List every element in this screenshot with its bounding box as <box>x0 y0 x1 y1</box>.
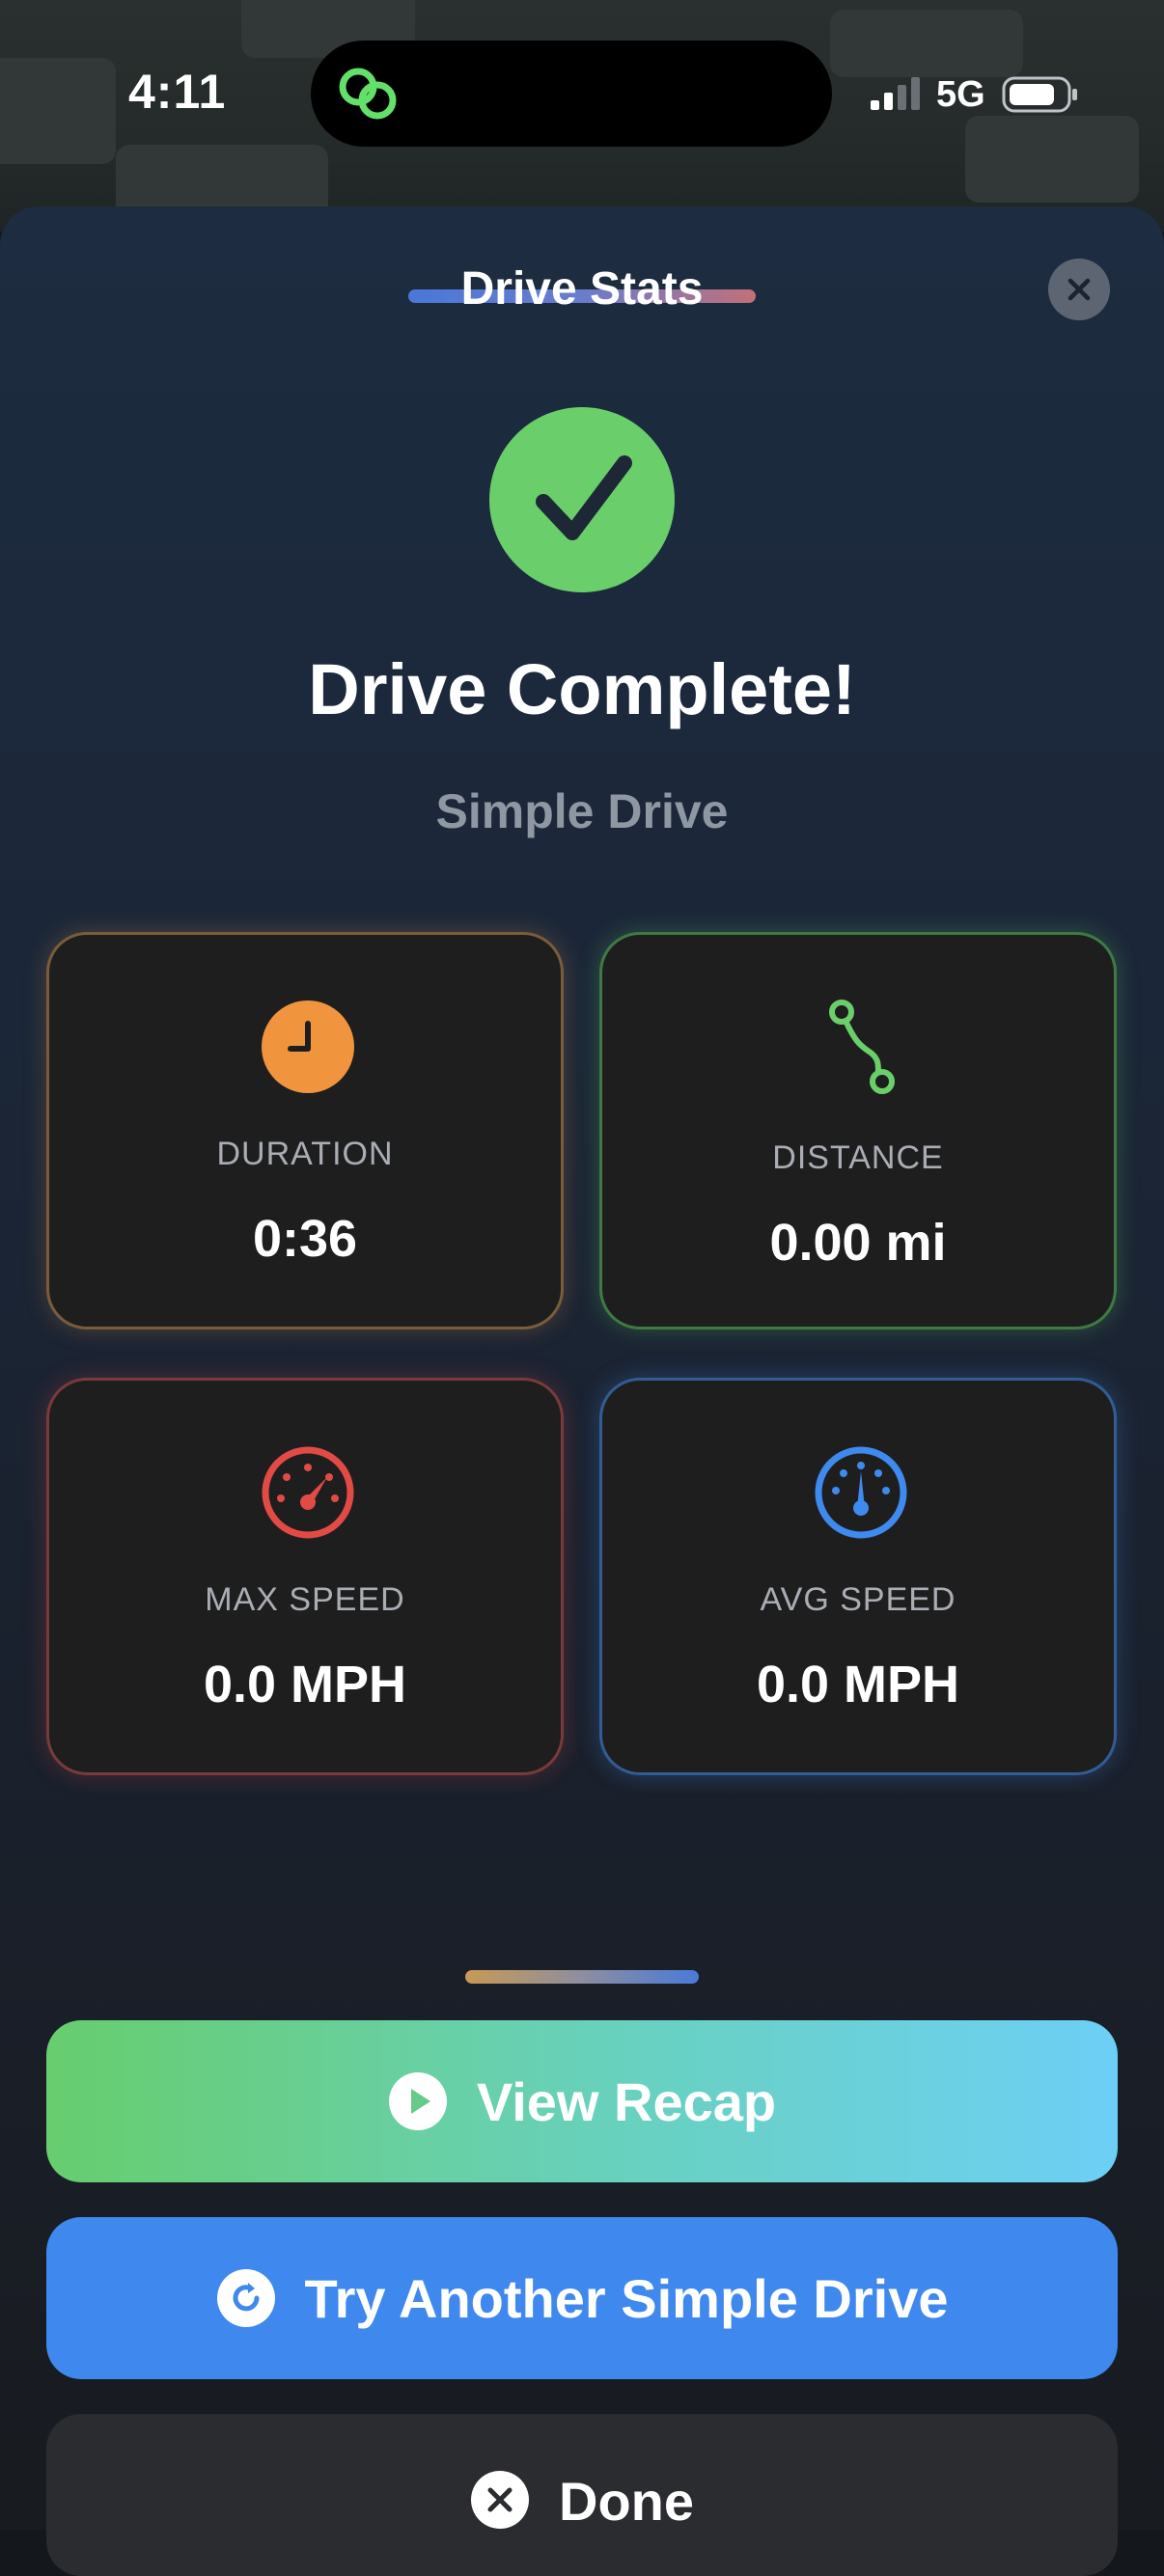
battery-icon <box>1002 76 1077 113</box>
close-button[interactable] <box>1048 259 1110 320</box>
stat-label: DURATION <box>216 1136 394 1172</box>
completion-headline: Drive Complete! <box>308 649 856 729</box>
status-time: 4:11 <box>128 65 227 119</box>
stat-card-avg-speed: AVG SPEED 0.0 MPH <box>599 1378 1117 1775</box>
sheet-title: Drive Stats <box>460 263 704 315</box>
close-circle-icon <box>471 2471 529 2529</box>
stat-value: 0.0 MPH <box>203 1656 407 1713</box>
play-icon <box>388 2072 447 2130</box>
refresh-icon <box>216 2269 275 2327</box>
stat-label: AVG SPEED <box>760 1581 956 1618</box>
try-another-drive-label: Try Another Simple Drive <box>304 2267 949 2329</box>
try-another-drive-button[interactable]: Try Another Simple Drive <box>46 2217 1118 2379</box>
stat-label: DISTANCE <box>772 1139 944 1176</box>
status-bar: 4:11 5G <box>0 0 1164 193</box>
actions-accent-bar <box>465 1970 699 1984</box>
stat-card-max-speed: MAX SPEED 0.0 MPH <box>46 1378 564 1775</box>
view-recap-button[interactable]: View Recap <box>46 2020 1118 2182</box>
checkmark-icon <box>536 455 632 540</box>
done-label: Done <box>559 2471 694 2532</box>
success-badge <box>489 407 675 592</box>
stat-card-duration: DURATION 0:36 <box>46 932 564 1329</box>
stat-value: 0:36 <box>252 1210 358 1268</box>
stat-card-distance: DISTANCE 0.00 mi <box>599 932 1117 1329</box>
stat-value: 0.0 MPH <box>756 1656 960 1713</box>
speedometer-icon <box>262 1446 354 1539</box>
stat-label: MAX SPEED <box>205 1581 405 1618</box>
drive-type-label: Simple Drive <box>435 784 729 838</box>
close-icon <box>1067 278 1091 301</box>
route-icon <box>829 1000 895 1094</box>
clock-icon <box>262 1000 354 1093</box>
gauge-icon <box>815 1446 907 1539</box>
app-link-icon <box>339 68 397 120</box>
done-button[interactable]: Done <box>46 2414 1118 2576</box>
signal-icon <box>871 77 920 110</box>
network-label: 5G <box>936 74 985 115</box>
stat-value: 0.00 mi <box>769 1214 947 1272</box>
view-recap-label: View Recap <box>476 2070 777 2132</box>
dynamic-island <box>311 41 832 147</box>
